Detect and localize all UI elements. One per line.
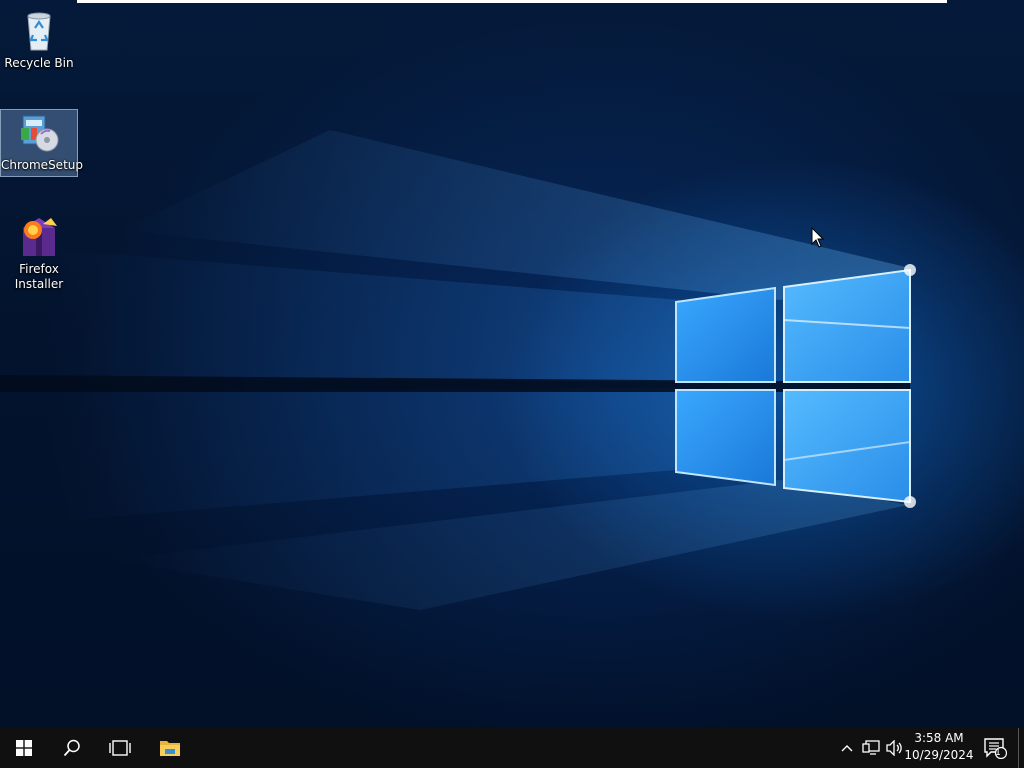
recycle-bin-icon [17,8,61,52]
taskbar-file-explorer[interactable] [146,728,194,768]
notification-count-badge: 1 [995,748,1001,758]
network-button[interactable] [860,728,882,768]
windows-logo-icon [675,264,916,508]
firefox-installer-label-line2: Installer [14,277,64,291]
desktop-icon-recycle-bin[interactable]: Recycle Bin [1,8,77,76]
search-button[interactable] [48,728,96,768]
search-icon [63,739,80,757]
volume-icon [886,740,902,756]
clock-date: 10/29/2024 [904,748,974,762]
firefox-installer-icon [17,214,61,258]
chevron-up-icon [841,745,853,752]
taskbar: 3:58 AM 10/29/2024 1 [0,728,1024,768]
start-button[interactable] [0,728,48,768]
chromesetup-label: ChromeSetup [1,158,83,172]
firefox-installer-label-line1: Firefox [19,262,59,276]
installer-disc-icon [17,110,61,154]
file-explorer-icon [160,741,180,756]
volume-button[interactable] [884,728,906,768]
desktop[interactable]: Recycle Bin ChromeSetup Firefox Installe… [0,0,1024,728]
task-view-button[interactable] [96,728,144,768]
desktop-icon-chromesetup[interactable]: ChromeSetup [0,109,83,177]
network-icon [862,740,880,755]
tray-overflow-button[interactable] [838,728,856,768]
show-desktop-button[interactable] [1018,728,1024,768]
recycle-bin-label: Recycle Bin [4,56,74,70]
windows-start-icon [16,740,32,756]
mouse-cursor-icon [811,227,825,248]
taskbar-clock[interactable]: 3:58 AM 10/29/2024 [904,730,974,766]
action-center-button[interactable]: 1 [978,728,1012,768]
task-view-icon [109,740,131,756]
clock-time: 3:58 AM [914,731,964,745]
desktop-icon-firefox-installer[interactable]: Firefox Installer [1,214,77,298]
